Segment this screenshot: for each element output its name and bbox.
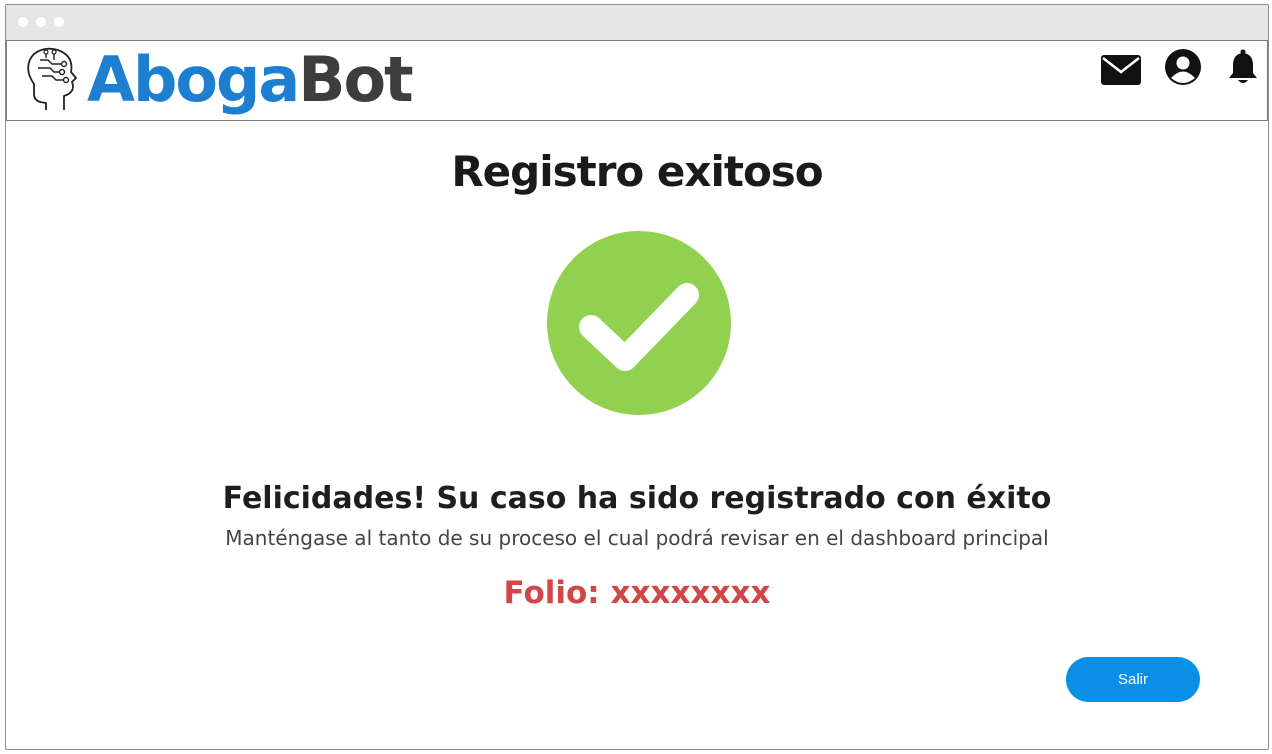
- user-circle-icon[interactable]: [1165, 49, 1201, 85]
- brand-logo[interactable]: AbogaBot: [87, 41, 414, 119]
- page-title: Registro exitoso: [451, 147, 823, 196]
- window-dot: [36, 17, 46, 27]
- brand-name-part2: Bot: [298, 43, 413, 116]
- folio-number: Folio: xxxxxxxx: [503, 575, 771, 611]
- browser-window: AbogaBot Registro exitoso Felicidades! S…: [5, 4, 1269, 750]
- window-titlebar: [6, 5, 1268, 41]
- bell-icon[interactable]: [1228, 49, 1258, 85]
- window-dot: [54, 17, 64, 27]
- brand-name-part1: Aboga: [87, 43, 300, 116]
- app-header: AbogaBot: [6, 41, 1268, 121]
- exit-button[interactable]: Salir: [1066, 657, 1200, 702]
- window-dot: [18, 17, 28, 27]
- ai-head-logo-icon: [27, 47, 78, 110]
- success-message: Felicidades! Su caso ha sido registrado …: [222, 481, 1052, 516]
- check-circle-icon: [547, 231, 731, 415]
- envelope-icon[interactable]: [1101, 55, 1141, 85]
- success-description: Manténgase al tanto de su proceso el cua…: [225, 526, 1049, 550]
